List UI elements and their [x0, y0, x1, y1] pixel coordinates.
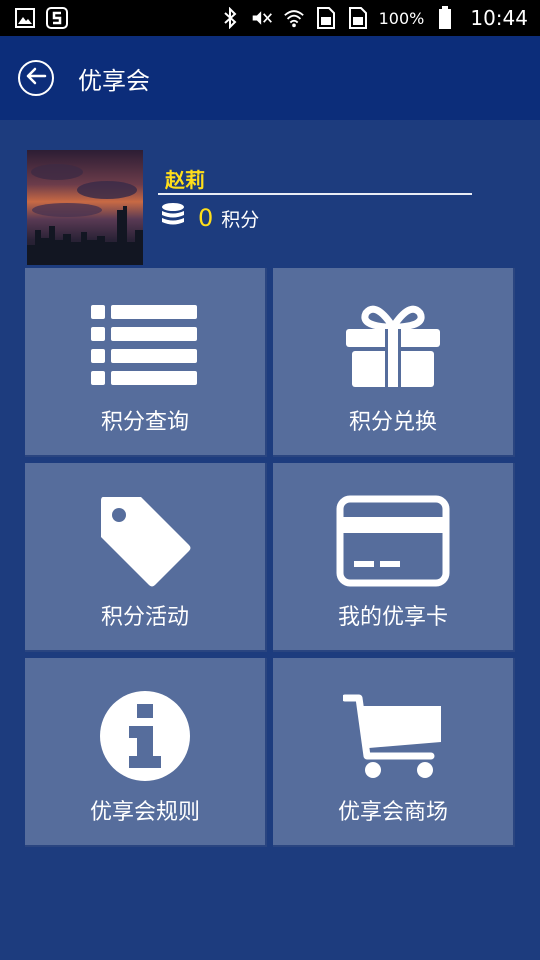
tile-my-card[interactable]: 我的优享卡 — [273, 463, 515, 652]
tile-points-exchange[interactable]: 积分兑换 — [273, 268, 515, 457]
sim-card-icon — [347, 7, 369, 29]
back-circle-arrow-icon — [25, 67, 47, 89]
user-name: 赵莉 — [165, 168, 205, 192]
points-unit: 积分 — [221, 208, 260, 231]
coins-stack-icon — [160, 202, 186, 234]
card-icon — [273, 491, 513, 591]
tile-label: 我的优享卡 — [337, 605, 448, 630]
tile-label: 优享会规则 — [89, 800, 200, 825]
app-bar: 优享会 — [0, 36, 540, 120]
points-value: 0 — [198, 204, 214, 232]
tile-points-activities[interactable]: 积分活动 — [25, 463, 267, 652]
tile-rules[interactable]: 优享会规则 — [25, 658, 267, 847]
tile-label: 优享会商场 — [337, 800, 448, 825]
battery-icon — [434, 6, 456, 29]
tag-icon — [25, 491, 265, 591]
avatar[interactable] — [27, 150, 143, 265]
bluetooth-icon — [219, 7, 241, 29]
name-underline — [158, 193, 472, 195]
wifi-icon — [283, 7, 305, 29]
mute-icon — [251, 7, 273, 29]
cart-icon — [273, 686, 513, 786]
back-button[interactable] — [18, 60, 54, 96]
clock: 10:44 — [470, 6, 528, 30]
sogou-icon — [46, 7, 68, 29]
page-title: 优享会 — [78, 66, 150, 95]
tile-label: 积分活动 — [100, 605, 189, 630]
tile-label: 积分查询 — [100, 410, 189, 435]
list-icon — [25, 296, 265, 396]
status-bar: 100% 10:44 — [0, 0, 540, 36]
gallery-icon — [14, 7, 36, 29]
points-row: 0 积分 — [160, 202, 259, 234]
gift-icon — [273, 296, 513, 396]
tile-points-query[interactable]: 积分查询 — [25, 268, 267, 457]
tile-label: 积分兑换 — [348, 410, 437, 435]
tile-mall[interactable]: 优享会商场 — [273, 658, 515, 847]
sim-card-icon — [315, 7, 337, 29]
battery-percent: 100% — [378, 8, 425, 28]
info-icon — [25, 686, 265, 786]
